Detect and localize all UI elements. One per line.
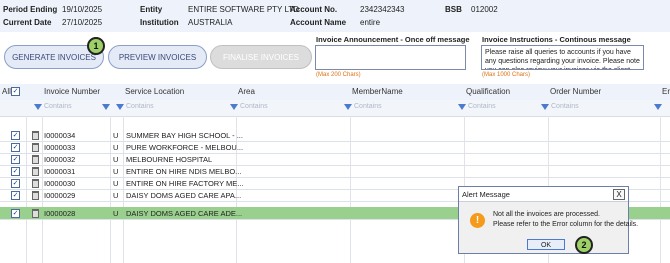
filter-row: Contains Contains Contains Contains Cont…	[0, 100, 670, 117]
current-date-value: 27/10/2025	[62, 18, 103, 27]
trash-icon[interactable]	[32, 131, 39, 140]
status-cell: U	[113, 166, 119, 176]
announcement-max-chars: (Max 200 Chars)	[316, 72, 361, 78]
filter-invoice-number[interactable]: Contains	[44, 103, 72, 110]
dialog-title: Alert Message	[462, 190, 510, 199]
filter-icon[interactable]	[102, 104, 110, 110]
column-invoice-number[interactable]: Invoice Number	[44, 87, 100, 96]
instructions-max-chars: (Max 1000 Chars)	[482, 72, 531, 78]
account-name-label: Account Name	[290, 18, 347, 27]
account-no-label: Account No.	[290, 5, 338, 14]
service-location-cell: PURE WORKFORCE - MELBOU...	[126, 142, 244, 152]
period-ending-value: 19/10/2025	[62, 5, 103, 14]
status-cell: U	[113, 178, 119, 188]
trash-icon[interactable]	[32, 155, 39, 164]
close-icon[interactable]: X	[613, 189, 625, 200]
row-checkbox[interactable]: ✓	[11, 178, 20, 188]
column-area[interactable]: Area	[238, 87, 255, 96]
status-cell: U	[113, 190, 119, 200]
service-location-cell: DAISY DOMS AGED CARE APA...	[126, 190, 242, 200]
filter-qualification[interactable]: Contains	[468, 103, 496, 110]
header-bar: Period Ending 19/10/2025 Current Date 27…	[0, 0, 670, 32]
preview-invoices-button[interactable]: PREVIEW INVOICES	[108, 45, 207, 69]
table-row[interactable]: ✓ I0000032 U MELBOURNE HOSPITAL	[0, 153, 670, 166]
column-service-location[interactable]: Service Location	[125, 87, 184, 96]
filter-member-name[interactable]: Contains	[354, 103, 382, 110]
dialog-message-line-2: Please refer to the Error column for the…	[493, 221, 639, 228]
step-1-badge: 1	[87, 37, 105, 55]
step-2-badge: 2	[575, 236, 593, 254]
row-checkbox[interactable]: ✓	[11, 154, 20, 164]
table-row[interactable]: ✓ I0000034 U SUMMER BAY HIGH SCHOOL - ..…	[0, 129, 670, 142]
column-order-number[interactable]: Order Number	[550, 87, 601, 96]
filter-icon[interactable]	[654, 104, 662, 110]
entity-label: Entity	[140, 5, 163, 14]
dialog-title-bar: Alert Message X	[459, 187, 628, 202]
institution-value: AUSTRALIA	[188, 18, 233, 27]
row-checkbox[interactable]: ✓	[11, 130, 20, 140]
filter-order-number[interactable]: Contains	[551, 103, 579, 110]
invoice-number-cell: I0000029	[44, 190, 76, 200]
dialog-message-line-1: Not all the invoices are processed.	[493, 211, 600, 218]
warning-icon: !	[470, 213, 485, 228]
service-location-cell: MELBOURNE HOSPITAL	[126, 154, 213, 164]
trash-icon[interactable]	[32, 191, 39, 200]
ok-button[interactable]: OK	[527, 239, 565, 250]
invoice-number-cell: I0000030	[44, 178, 76, 188]
service-location-cell: SUMMER BAY HIGH SCHOOL - ...	[126, 130, 243, 140]
row-checkbox[interactable]: ✓	[11, 190, 20, 200]
bsb-label: BSB	[445, 5, 462, 14]
filter-icon[interactable]	[34, 104, 42, 110]
column-error[interactable]: Er	[662, 87, 670, 96]
status-cell: U	[113, 142, 119, 152]
row-checkbox[interactable]: ✓	[11, 142, 20, 152]
period-ending-label: Period Ending	[3, 5, 58, 14]
invoice-number-cell: I0000032	[44, 154, 76, 164]
invoice-number-cell: I0000034	[44, 130, 76, 140]
service-location-cell: DAISY DOMS AGED CARE ADE...	[126, 208, 243, 218]
filter-icon[interactable]	[116, 104, 124, 110]
toolbar: GENERATE INVOICES 1 PREVIEW INVOICES FIN…	[0, 32, 670, 84]
announcement-label: Invoice Announcement - Once off message	[316, 35, 470, 44]
filter-icon[interactable]	[344, 104, 352, 110]
current-date-label: Current Date	[3, 18, 52, 27]
instructions-input[interactable]: Please raise all queries to accounts if …	[481, 45, 644, 70]
service-location-cell: ENTIRE ON HIRE FACTORY ME...	[126, 178, 244, 188]
account-name-value: entire	[360, 18, 381, 27]
account-no-value: 2342342343	[360, 5, 405, 14]
status-cell: U	[113, 130, 119, 140]
grid-header: All ✓ Invoice Number Service Location Ar…	[0, 84, 670, 101]
filter-area[interactable]: Contains	[240, 103, 268, 110]
service-location-cell: ENTIRE ON HIRE NDIS MELBO...	[126, 166, 242, 176]
filter-icon[interactable]	[458, 104, 466, 110]
table-row[interactable]: ✓ I0000033 U PURE WORKFORCE - MELBOU...	[0, 141, 670, 154]
announcement-input[interactable]	[315, 45, 466, 70]
finalise-invoices-button[interactable]: FINALISE INVOICES	[210, 45, 312, 69]
column-member-name[interactable]: MemberName	[352, 87, 403, 96]
trash-icon[interactable]	[32, 209, 39, 218]
dialog-message: Not all the invoices are processed. Plea…	[493, 210, 638, 230]
alert-dialog: Alert Message X ! Not all the invoices a…	[458, 186, 638, 254]
invoice-number-cell: I0000033	[44, 142, 76, 152]
trash-icon[interactable]	[32, 167, 39, 176]
instructions-label: Invoice Instructions - Continous message	[482, 35, 631, 44]
select-all-checkbox[interactable]: ✓	[11, 87, 20, 96]
bsb-value: 012002	[471, 5, 498, 14]
row-checkbox[interactable]: ✓	[11, 209, 20, 218]
select-all-label: All	[2, 87, 11, 96]
filter-icon[interactable]	[230, 104, 238, 110]
filter-service-location[interactable]: Contains	[126, 103, 154, 110]
trash-icon[interactable]	[32, 143, 39, 152]
status-cell: U	[113, 154, 119, 164]
status-cell: U	[113, 208, 119, 218]
column-qualification[interactable]: Qualification	[466, 87, 510, 96]
entity-value: ENTIRE SOFTWARE PTY LTD	[188, 5, 299, 14]
trash-icon[interactable]	[32, 179, 39, 188]
table-row[interactable]: ✓ I0000031 U ENTIRE ON HIRE NDIS MELBO..…	[0, 165, 670, 178]
row-checkbox[interactable]: ✓	[11, 166, 20, 176]
institution-label: Institution	[140, 18, 179, 27]
invoice-number-cell: I0000028	[44, 208, 76, 218]
filter-icon[interactable]	[541, 104, 549, 110]
invoice-number-cell: I0000031	[44, 166, 76, 176]
